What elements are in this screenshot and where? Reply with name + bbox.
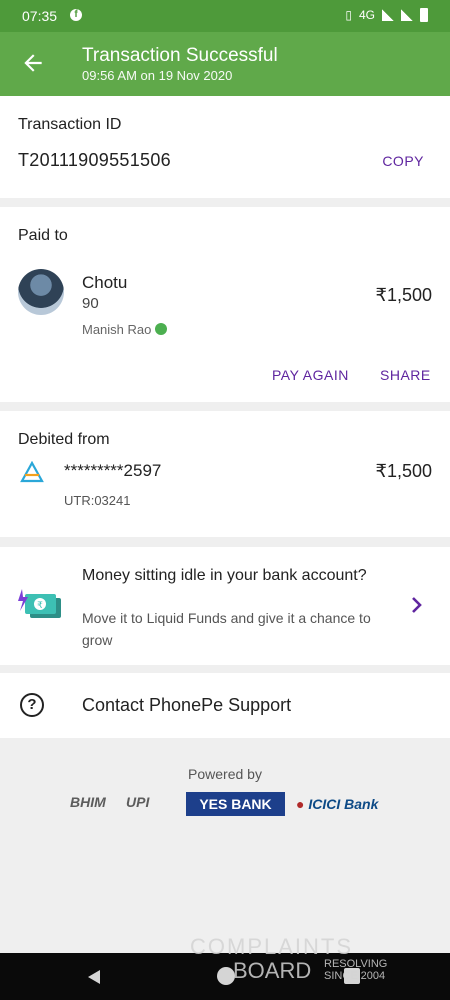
upi-logo: UPI <box>126 794 150 810</box>
help-icon: ? <box>20 693 44 717</box>
page-title: Transaction Successful <box>82 45 278 66</box>
nav-back-icon[interactable] <box>86 969 102 985</box>
money-lightning-icon: ₹ <box>18 589 61 618</box>
copy-button[interactable]: COPY <box>382 153 424 169</box>
vibrate-icon: ▯ <box>345 8 352 22</box>
paid-amount: ₹1,500 <box>375 285 433 305</box>
page-subtitle: 09:56 AM on 19 Nov 2020 <box>82 68 233 83</box>
battery-icon <box>420 8 428 22</box>
support-row[interactable]: ? Contact PhonePe Support <box>0 673 450 738</box>
payee-bank-name: Manish Rao <box>82 322 168 337</box>
signal-icon-2 <box>401 9 413 21</box>
contact-support-label: Contact PhonePe Support <box>82 695 292 715</box>
debit-account-number: *********2597 <box>64 461 162 480</box>
icici-bank-logo: ● ICICI Bank <box>296 796 379 812</box>
payee-bank-name-text: Manish Rao <box>82 322 152 337</box>
bank-logo-icon <box>20 461 44 483</box>
debited-from-label: Debited from <box>18 431 110 448</box>
pay-again-button[interactable]: PAY AGAIN <box>272 367 349 383</box>
transaction-id-card: Transaction ID T20111909551506 COPY <box>0 96 450 198</box>
liquid-funds-promo[interactable]: ₹ Money sitting idle in your bank accoun… <box>0 547 450 665</box>
watermark-tagline: RESOLVING SINCE 2004 <box>324 958 387 982</box>
status-icons: ▯ 4G <box>345 8 428 22</box>
icici-bank-text: ICICI Bank <box>308 796 379 812</box>
promo-subtitle: Move it to Liquid Funds and give it a ch… <box>82 610 371 648</box>
watermark-tagline1: RESOLVING <box>324 958 388 970</box>
status-bar: 07:35 f ▯ 4G <box>0 0 450 32</box>
svg-text:₹: ₹ <box>37 601 43 611</box>
watermark-line2: BOARD <box>233 958 312 983</box>
back-arrow-icon[interactable] <box>20 50 46 76</box>
payee-name: Chotu <box>82 273 128 292</box>
transaction-id-value: T20111909551506 <box>18 150 171 170</box>
payee-phone: 90 <box>82 295 99 312</box>
watermark-line1: COMPLAINTS <box>190 934 354 959</box>
powered-by-label: Powered by <box>188 766 262 782</box>
debited-from-card: Debited from *********2597 UTR:03241 ₹1,… <box>0 411 450 537</box>
watermark-tagline2: SINCE 2004 <box>324 970 386 982</box>
payee-avatar <box>18 269 64 315</box>
facebook-notification-icon: f <box>70 9 82 21</box>
share-button[interactable]: SHARE <box>380 367 431 383</box>
paid-to-label: Paid to <box>18 227 68 244</box>
utr-number: UTR:03241 <box>64 493 131 508</box>
yes-bank-logo: YES BANK <box>186 792 285 816</box>
paid-to-card: Paid to Chotu 90 Manish Rao ₹1,500 PAY A… <box>0 207 450 402</box>
signal-icon <box>382 9 394 21</box>
debited-amount: ₹1,500 <box>375 461 433 481</box>
chevron-right-icon[interactable] <box>410 595 424 615</box>
app-bar: Transaction Successful 09:56 AM on 19 No… <box>0 32 450 96</box>
status-time: 07:35 <box>22 8 58 24</box>
partner-logos: BHIM UPI YES BANK ● ICICI Bank <box>70 790 400 820</box>
bhim-logo: BHIM <box>70 794 106 810</box>
promo-title: Money sitting idle in your bank account? <box>82 567 367 584</box>
transaction-id-label: Transaction ID <box>18 116 122 133</box>
verified-badge-icon <box>155 323 168 335</box>
network-label: 4G <box>358 8 375 22</box>
